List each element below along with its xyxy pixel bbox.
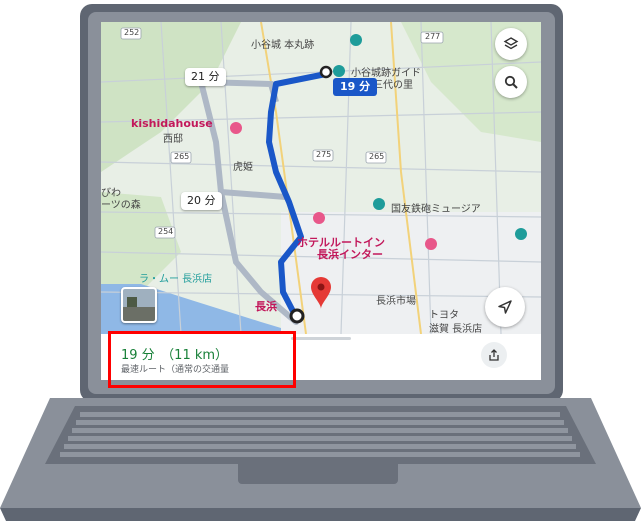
- origin-dot-icon[interactable]: [289, 308, 305, 324]
- navigate-button[interactable]: [485, 287, 525, 327]
- alt-route-time-chip[interactable]: 21 分: [185, 68, 226, 86]
- route-number: 265: [369, 152, 385, 161]
- place-label-sports[interactable]: ーツの森: [101, 196, 141, 211]
- drag-handle[interactable]: [291, 337, 351, 340]
- route-number: 252: [124, 28, 140, 37]
- laptop-base: [0, 398, 641, 521]
- layers-button[interactable]: [495, 28, 527, 60]
- place-label-toyota-sub: 滋賀 長浜店: [429, 324, 483, 335]
- route-number: 277: [425, 32, 441, 41]
- route-number: 265: [174, 152, 190, 161]
- place-label-hotel-sub: 長浜インター: [317, 248, 383, 261]
- phone-screen: 252 277 265 275 254 265 小谷城 本丸跡 小谷城跡ガイド …: [101, 22, 541, 380]
- place-label-city-hall[interactable]: 長浜市場: [376, 292, 416, 307]
- highlight-box: [108, 331, 296, 388]
- place-label-museum[interactable]: 国友鉄砲ミュージア: [391, 200, 481, 215]
- route-number: 254: [158, 227, 174, 236]
- place-label-nagahama: 長浜: [255, 300, 277, 313]
- place-label-torahime: 虎姫: [233, 162, 253, 173]
- place-label-lamu[interactable]: ラ・ムー 長浜店: [139, 270, 212, 285]
- navigate-arrow-icon: [498, 300, 512, 314]
- share-button[interactable]: [481, 342, 507, 368]
- search-button[interactable]: [495, 66, 527, 98]
- street-view-thumbnail[interactable]: [121, 287, 157, 323]
- place-label-castle[interactable]: 小谷城 本丸跡: [251, 36, 314, 51]
- main-route-time-chip[interactable]: 19 分: [333, 78, 378, 96]
- place-label-toyota[interactable]: トヨタ: [429, 306, 459, 321]
- map-canvas[interactable]: [101, 22, 541, 334]
- search-icon: [504, 75, 518, 89]
- route-number: 275: [316, 150, 332, 159]
- share-icon: [489, 349, 499, 361]
- layers-icon: [503, 37, 519, 50]
- place-label-kishidahouse-sub: 西邸: [163, 134, 183, 145]
- place-label-kishidahouse[interactable]: kishidahouse: [131, 117, 213, 130]
- alt-route-time-chip[interactable]: 20 分: [181, 192, 222, 210]
